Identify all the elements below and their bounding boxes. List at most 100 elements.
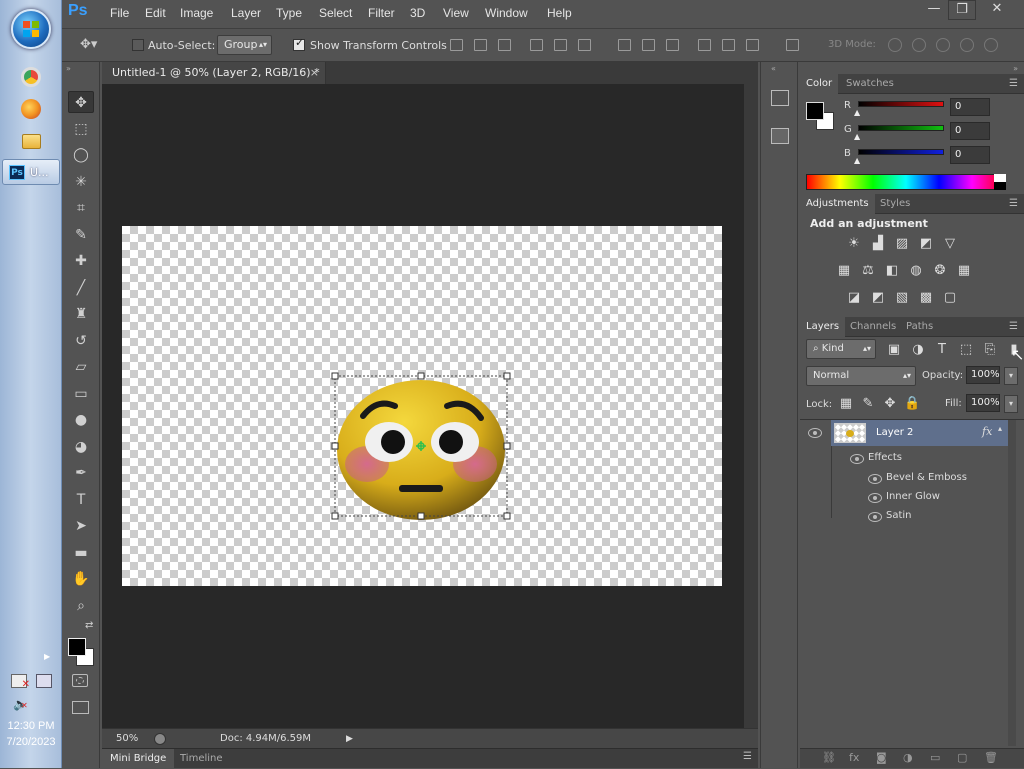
- eyedropper-tool-icon[interactable]: ✎: [68, 224, 94, 246]
- timeline-tab[interactable]: Timeline: [180, 749, 223, 769]
- brightness-contrast-icon[interactable]: ☀: [846, 237, 862, 251]
- posterize-icon[interactable]: ◩: [870, 291, 886, 305]
- tab-adjustments[interactable]: Adjustments: [800, 194, 875, 214]
- tab-layers[interactable]: Layers: [800, 317, 846, 337]
- align-distribute-icon-10[interactable]: [698, 39, 711, 51]
- menu-help[interactable]: Help: [547, 6, 572, 20]
- color-lookup-icon[interactable]: ▦: [956, 264, 972, 278]
- filter-shape-icon[interactable]: ⬚: [958, 343, 974, 357]
- layers-scrollbar[interactable]: [1008, 420, 1016, 746]
- new-adjustment-layer-icon[interactable]: ◑: [903, 751, 913, 764]
- adjustments-panel-menu-icon[interactable]: ☰: [1009, 198, 1018, 209]
- opacity-slider-button[interactable]: ▾: [1004, 367, 1018, 385]
- lock-image-icon[interactable]: ✎: [860, 397, 876, 411]
- mini-bridge-tab[interactable]: Mini Bridge: [102, 749, 175, 769]
- close-button[interactable]: ✕: [976, 0, 1018, 20]
- vibrance-icon[interactable]: ▽: [942, 237, 958, 251]
- crop-tool-icon[interactable]: ⌗: [68, 197, 94, 219]
- align-distribute-icon-2[interactable]: [474, 39, 487, 51]
- expand-dock-icon[interactable]: «: [771, 64, 776, 73]
- blur-tool-icon[interactable]: ●: [68, 409, 94, 431]
- pen-tool-icon[interactable]: ✒: [68, 462, 94, 484]
- effect-visibility-eye-icon[interactable]: [868, 474, 882, 484]
- quick-mask-icon[interactable]: [72, 674, 88, 687]
- gradient-map-icon[interactable]: ▩: [918, 291, 934, 305]
- align-distribute-icon-3[interactable]: [498, 39, 511, 51]
- align-distribute-icon-5[interactable]: [554, 39, 567, 51]
- add-mask-icon[interactable]: ◙: [876, 751, 887, 764]
- color-panel-menu-icon[interactable]: ☰: [1009, 78, 1018, 89]
- align-distribute-icon-1[interactable]: [450, 39, 463, 51]
- menu-window[interactable]: Window: [485, 6, 528, 20]
- align-distribute-icon-13[interactable]: [786, 39, 799, 51]
- path-selection-tool-icon[interactable]: ➤: [68, 515, 94, 537]
- effect-visibility-eye-icon[interactable]: [868, 512, 882, 522]
- add-layer-style-icon[interactable]: fx: [849, 751, 859, 764]
- type-tool-icon[interactable]: T: [68, 489, 94, 511]
- new-group-icon[interactable]: ▭: [930, 751, 940, 764]
- collapse-effects-arrow-icon[interactable]: ▴: [998, 424, 1002, 433]
- photo-filter-icon[interactable]: ◍: [908, 264, 924, 278]
- show-hidden-icons-arrow-icon[interactable]: ▶: [44, 652, 50, 661]
- effect-visibility-eye-icon[interactable]: [868, 493, 882, 503]
- lock-transparent-icon[interactable]: ▦: [838, 397, 854, 411]
- effects-visibility-eye-icon[interactable]: [850, 454, 864, 464]
- move-tool-icon[interactable]: ✥: [68, 91, 94, 113]
- fill-input[interactable]: 100%: [966, 394, 1000, 412]
- quick-selection-tool-icon[interactable]: ✳: [68, 171, 94, 193]
- color-balance-icon[interactable]: ⚖: [860, 264, 876, 278]
- channel-b-slider[interactable]: [858, 149, 944, 155]
- effect-inner-glow[interactable]: Inner Glow: [886, 491, 940, 502]
- delete-layer-icon[interactable]: 🗑: [984, 751, 998, 764]
- healing-brush-tool-icon[interactable]: ✚: [68, 250, 94, 272]
- levels-icon[interactable]: ▟: [870, 237, 886, 251]
- zoom-level[interactable]: 50%: [116, 729, 138, 749]
- zoom-tool-icon[interactable]: ⌕: [68, 595, 94, 617]
- action-center-icon[interactable]: ✕: [11, 674, 30, 690]
- eraser-tool-icon[interactable]: ▱: [68, 356, 94, 378]
- color-spectrum-bar[interactable]: [806, 174, 1006, 190]
- filter-smart-object-icon[interactable]: ⎘: [982, 343, 998, 357]
- chrome-icon[interactable]: [21, 67, 41, 87]
- menu-select[interactable]: Select: [319, 6, 352, 20]
- channel-r-input[interactable]: 0: [950, 98, 990, 116]
- align-distribute-icon-7[interactable]: [618, 39, 631, 51]
- auto-select-checkbox[interactable]: [132, 39, 144, 51]
- align-distribute-icon-6[interactable]: [578, 39, 591, 51]
- show-transform-controls-checkbox[interactable]: ✓: [293, 36, 305, 51]
- tab-styles[interactable]: Styles: [874, 194, 916, 214]
- history-brush-tool-icon[interactable]: ↺: [68, 330, 94, 352]
- menu-type[interactable]: Type: [276, 6, 302, 20]
- menu-edit[interactable]: Edit: [145, 6, 166, 20]
- opacity-input[interactable]: 100%: [966, 366, 1000, 384]
- layer-thumbnail[interactable]: [834, 423, 866, 443]
- status-info-icon[interactable]: [154, 733, 166, 745]
- menu-file[interactable]: File: [110, 6, 129, 20]
- auto-select-target-dropdown[interactable]: Group ▴▾: [217, 35, 272, 55]
- restore-button[interactable]: ❐: [948, 0, 976, 20]
- 3d-mode-icon-4[interactable]: [960, 38, 974, 52]
- black-white-ramp[interactable]: [994, 174, 1006, 190]
- rectangle-tool-icon[interactable]: ▬: [68, 542, 94, 564]
- taskbar-photoshop-task[interactable]: Ps U...: [2, 159, 60, 185]
- tab-paths[interactable]: Paths: [900, 317, 939, 337]
- menu-3d[interactable]: 3D: [410, 6, 425, 20]
- tab-color[interactable]: Color: [800, 74, 839, 94]
- lock-all-icon[interactable]: 🔒: [904, 397, 920, 411]
- channel-b-slider-thumb-icon[interactable]: ▲: [854, 156, 860, 165]
- filter-type-icon[interactable]: T: [934, 343, 950, 357]
- menu-layer[interactable]: Layer: [231, 6, 261, 20]
- screen-mode-icon[interactable]: [72, 701, 89, 714]
- 3d-mode-icon-3[interactable]: [936, 38, 950, 52]
- curves-icon[interactable]: ▨: [894, 237, 910, 251]
- hand-tool-icon[interactable]: ✋: [68, 568, 94, 590]
- clone-stamp-tool-icon[interactable]: ♜: [68, 303, 94, 325]
- effect-bevel-emboss[interactable]: Bevel & Emboss: [886, 472, 967, 483]
- gradient-tool-icon[interactable]: ▭: [68, 383, 94, 405]
- canvas[interactable]: [122, 226, 722, 586]
- fill-slider-button[interactable]: ▾: [1004, 395, 1018, 413]
- align-distribute-icon-12[interactable]: [746, 39, 759, 51]
- 3d-mode-icon-1[interactable]: [888, 38, 902, 52]
- tab-swatches[interactable]: Swatches: [840, 74, 900, 94]
- layers-panel-menu-icon[interactable]: ☰: [1009, 321, 1018, 332]
